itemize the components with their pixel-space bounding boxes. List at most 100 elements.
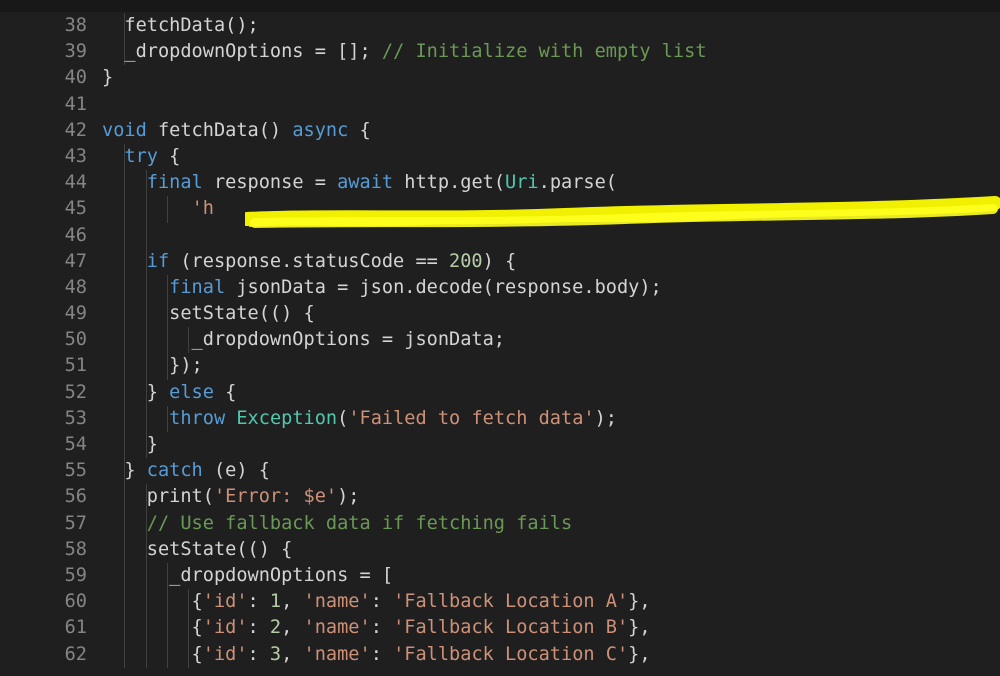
code-token: ( <box>337 407 349 429</box>
code-line[interactable]: 41 <box>0 92 1000 118</box>
line-number: 40 <box>64 67 87 89</box>
line-number: 45 <box>64 198 87 220</box>
code-token: final <box>169 276 226 298</box>
line-number: 55 <box>64 460 87 482</box>
code-line[interactable]: 49 setState(() { <box>0 301 1000 328</box>
indent-guide <box>146 222 147 249</box>
code-text: print('Error: $e'); <box>102 484 360 510</box>
code-line[interactable]: 60 {'id': 1, 'name': 'Fallback Location … <box>0 589 1000 616</box>
code-token: ) { <box>482 250 517 272</box>
code-token: { <box>102 617 203 639</box>
line-number: 58 <box>64 538 87 560</box>
code-line[interactable]: 40} <box>0 65 1000 91</box>
code-token: 'Fallback Location C' <box>393 643 629 665</box>
code-token: : <box>247 591 270 613</box>
line-number: 59 <box>64 564 87 586</box>
code-token: { <box>102 643 203 665</box>
code-text: {'id': 2, 'name': 'Fallback Location B'}… <box>102 615 651 641</box>
code-lines: 38 fetchData(); 39 _dropdownOptions = [];… <box>0 13 1000 668</box>
code-text: throw Exception('Failed to fetch data'); <box>102 406 617 432</box>
code-token: { <box>157 145 181 167</box>
code-token: 'id' <box>202 591 248 613</box>
code-line[interactable]: 56 print('Error: $e'); <box>0 484 1000 511</box>
code-line[interactable]: 47 if (response.statusCode == 200) { <box>0 248 1000 275</box>
code-token: async <box>292 119 349 141</box>
code-token: _dropdownOptions = jsonData; <box>102 329 505 351</box>
code-line[interactable]: 50 _dropdownOptions = jsonData; <box>0 327 1000 354</box>
redaction-highlight-scribble <box>245 196 1000 228</box>
code-token: (response.statusCode == <box>169 250 450 272</box>
code-line[interactable]: 39 _dropdownOptions = []; // Initialize … <box>0 39 1000 66</box>
code-line[interactable]: 53 throw Exception('Failed to fetch data… <box>0 405 1000 432</box>
code-token: { <box>348 119 371 141</box>
code-line[interactable]: 51 }); <box>0 353 1000 380</box>
code-line[interactable]: 52 } else { <box>0 379 1000 406</box>
code-token: setState(() { <box>102 303 315 325</box>
line-number: 60 <box>64 591 87 613</box>
code-token: }, <box>628 617 651 639</box>
code-token: catch <box>146 460 203 482</box>
code-token: { <box>213 381 237 403</box>
code-token: try <box>124 145 158 167</box>
code-text: 'h <box>102 196 214 222</box>
code-token: { <box>102 591 203 613</box>
code-line[interactable]: 59 _dropdownOptions = [ <box>0 562 1000 590</box>
code-token: // Use fallback data if fetching fails <box>146 512 573 534</box>
code-token: Exception <box>236 407 338 429</box>
code-token: print( <box>102 486 214 508</box>
code-token: , <box>281 643 304 665</box>
code-editor[interactable]: 38 fetchData(); 39 _dropdownOptions = [];… <box>0 0 1000 676</box>
code-token: _dropdownOptions = []; <box>102 41 382 63</box>
code-text: // Use fallback data if fetching fails <box>102 511 572 537</box>
code-token: else <box>169 381 214 403</box>
code-token: : <box>370 643 394 665</box>
code-line[interactable]: 55 } catch (e) { <box>0 458 1000 485</box>
code-line[interactable]: 38 fetchData(); <box>0 13 1000 40</box>
code-token: (e) { <box>202 460 270 482</box>
code-token: throw <box>169 407 226 429</box>
code-token: 'Error: $e' <box>213 486 338 508</box>
code-token: } <box>102 460 147 482</box>
code-token: }, <box>628 643 651 665</box>
line-number: 51 <box>64 355 87 377</box>
code-text: _dropdownOptions = [ <box>102 563 393 589</box>
code-text: _dropdownOptions = []; // Initialize wit… <box>102 39 706 65</box>
indent-guide <box>124 222 125 249</box>
code-line[interactable]: 43 try { <box>0 143 1000 171</box>
code-token: }, <box>628 591 651 613</box>
code-line[interactable]: 62 {'id': 3, 'name': 'Fallback Location … <box>0 641 1000 668</box>
code-token: 'name' <box>303 643 371 665</box>
editor-top-edge <box>0 0 1000 12</box>
line-number: 48 <box>64 276 87 298</box>
code-token: _dropdownOptions = [ <box>102 564 394 586</box>
code-line[interactable]: 57 // Use fallback data if fetching fail… <box>0 510 1000 537</box>
line-number: 54 <box>64 434 87 455</box>
code-line[interactable]: 54 } <box>0 432 1000 459</box>
line-number: 56 <box>64 486 87 508</box>
code-line[interactable]: 58 setState(() { <box>0 536 1000 563</box>
code-line[interactable]: 48 final jsonData = json.decode(response… <box>0 274 1000 302</box>
code-token: fetchData() <box>146 119 293 141</box>
code-token: 3 <box>269 643 282 665</box>
code-token: ); <box>337 486 360 508</box>
code-token: } <box>102 381 170 403</box>
code-token: , <box>281 617 304 639</box>
code-line[interactable]: 42 void fetchData() async { <box>0 118 1000 144</box>
code-token: : <box>247 643 270 665</box>
line-number: 43 <box>64 145 87 167</box>
code-token: 'h <box>191 198 214 220</box>
code-line[interactable]: 61 {'id': 2, 'name': 'Fallback Location … <box>0 615 1000 642</box>
code-token: jsonData = json.decode(response.body); <box>225 276 662 298</box>
code-token: void <box>102 119 147 141</box>
code-token: 1 <box>269 591 282 613</box>
code-token: } <box>102 434 158 455</box>
code-token: fetchData(); <box>102 15 259 36</box>
code-text: } else { <box>102 380 237 406</box>
code-token: 'Fallback Location B' <box>393 617 629 639</box>
line-number: 42 <box>64 119 87 141</box>
line-number: 46 <box>64 224 87 246</box>
